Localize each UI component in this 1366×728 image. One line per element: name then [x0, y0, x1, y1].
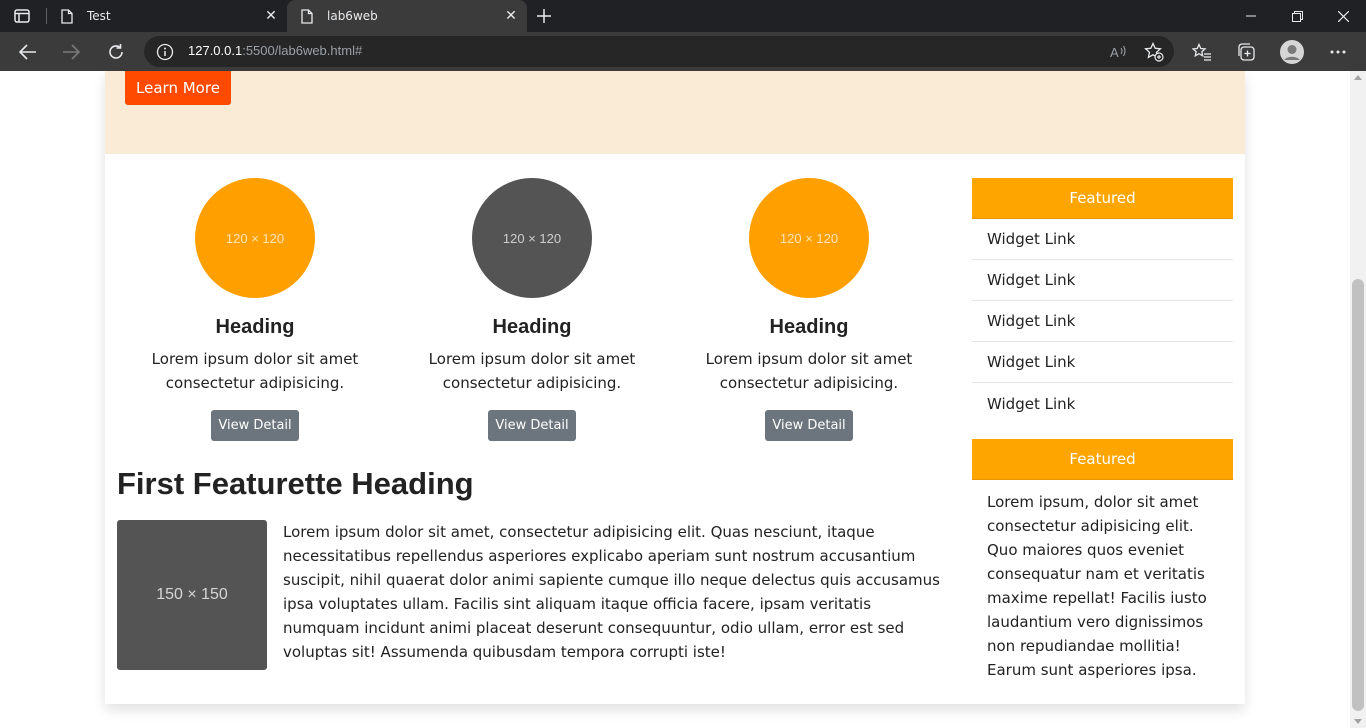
back-arrow-icon[interactable] [14, 38, 42, 66]
browser-tab-bar: Test ✕ lab6web ✕ [0, 0, 1366, 32]
column-text: Lorem ipsum dolor sit amet consectetur a… [428, 350, 636, 392]
widget-header: Featured [972, 178, 1233, 219]
page-container: Learn More 120 × 120 Heading Lorem ipsum… [105, 71, 1245, 704]
url-path: :5500/lab6web.html# [242, 43, 363, 58]
widget-link[interactable]: Widget Link [972, 219, 1233, 260]
close-icon[interactable]: ✕ [261, 6, 281, 26]
add-favorite-icon[interactable] [1142, 40, 1166, 64]
more-options-icon[interactable] [1324, 38, 1352, 66]
refresh-icon[interactable] [102, 38, 130, 66]
feature-column: 120 × 120 Heading Lorem ipsum dolor sit … [135, 178, 375, 441]
restore-icon[interactable] [1274, 0, 1320, 32]
column-heading: Heading [492, 316, 572, 338]
widget-link[interactable]: Widget Link [972, 301, 1233, 342]
column-heading: Heading [215, 316, 295, 338]
address-bar[interactable]: 127.0.0.1:5500/lab6web.html# A [144, 36, 1174, 67]
widget-link[interactable]: Widget Link [972, 342, 1233, 383]
sidebar-widget-text: Featured Lorem ipsum, dolor sit amet con… [972, 439, 1233, 682]
widget-link[interactable]: Widget Link [972, 383, 1233, 424]
favorites-icon[interactable] [1188, 38, 1216, 66]
tab-test[interactable]: Test ✕ [47, 0, 287, 32]
page-icon [301, 8, 315, 24]
scroll-up-arrow-icon[interactable] [1354, 75, 1362, 80]
view-detail-button[interactable]: View Detail [211, 410, 299, 441]
feature-column: 120 × 120 Heading Lorem ipsum dolor sit … [412, 178, 652, 441]
tab-actions-icon[interactable] [10, 6, 34, 26]
circle-image-placeholder: 120 × 120 [472, 178, 592, 298]
tab-title: lab6web [327, 9, 378, 23]
circle-image-placeholder: 120 × 120 [195, 178, 315, 298]
featurette-text: Lorem ipsum dolor sit amet, consectetur … [283, 523, 940, 661]
circle-image-placeholder: 120 × 120 [749, 178, 869, 298]
column-text: Lorem ipsum dolor sit amet consectetur a… [151, 350, 359, 392]
window-close-icon[interactable] [1320, 0, 1366, 32]
feature-column: 120 × 120 Heading Lorem ipsum dolor sit … [689, 178, 929, 441]
scrollbar-thumb[interactable] [1352, 279, 1364, 711]
svg-text:A: A [1110, 45, 1119, 60]
featurette-heading: First Featurette Heading [117, 466, 474, 501]
tab-title: Test [87, 9, 111, 23]
page-icon [61, 8, 75, 24]
browser-toolbar: 127.0.0.1:5500/lab6web.html# A [0, 32, 1366, 71]
page-viewport: Learn More 120 × 120 Heading Lorem ipsum… [0, 71, 1366, 728]
sidebar-widget-links: Featured Widget Link Widget Link Widget … [972, 178, 1233, 424]
read-aloud-icon[interactable]: A [1106, 40, 1130, 64]
profile-avatar-icon[interactable] [1278, 38, 1306, 66]
tab-lab6web[interactable]: lab6web ✕ [287, 0, 527, 32]
widget-link[interactable]: Widget Link [972, 260, 1233, 301]
close-icon[interactable]: ✕ [501, 6, 521, 26]
vertical-scrollbar[interactable] [1350, 71, 1366, 728]
hero-section: Learn More [105, 71, 1245, 154]
view-detail-button[interactable]: View Detail [765, 410, 853, 441]
widget-body-text: Lorem ipsum, dolor sit amet consectetur … [987, 493, 1207, 679]
collections-icon[interactable] [1232, 38, 1260, 66]
new-tab-plus-icon[interactable] [532, 4, 556, 28]
minimize-icon[interactable] [1228, 0, 1274, 32]
url-text[interactable]: 127.0.0.1:5500/lab6web.html# [188, 43, 362, 58]
forward-arrow-icon[interactable] [57, 38, 85, 66]
column-text: Lorem ipsum dolor sit amet consectetur a… [705, 350, 913, 392]
view-detail-button[interactable]: View Detail [488, 410, 576, 441]
info-icon[interactable] [156, 43, 174, 61]
featurette-image-placeholder: 150 × 150 [117, 520, 267, 670]
learn-more-button[interactable]: Learn More [125, 71, 231, 105]
widget-header: Featured [972, 439, 1233, 480]
column-heading: Heading [769, 316, 849, 338]
scroll-down-arrow-icon[interactable] [1354, 719, 1362, 724]
url-host: 127.0.0.1 [188, 43, 243, 58]
